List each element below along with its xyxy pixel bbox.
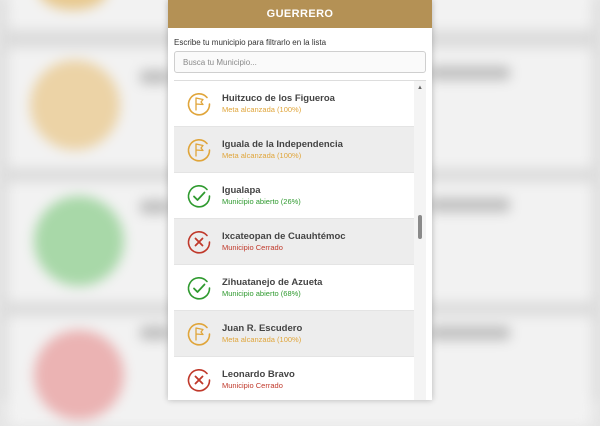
bg-bar bbox=[140, 70, 170, 84]
municipio-list-container: Huitzuco de los Figueroa Meta alcanzada (… bbox=[174, 80, 426, 400]
bg-bar bbox=[140, 326, 170, 340]
check-icon bbox=[186, 275, 212, 301]
municipio-name: Igualapa bbox=[222, 184, 261, 196]
municipio-status: Municipio abierto (26%) bbox=[222, 196, 301, 206]
municipio-status: Municipio Cerrado bbox=[222, 242, 283, 252]
municipio-text: Huitzuco de los Figueroa Meta alcanzada (… bbox=[222, 93, 335, 115]
municipio-name: Zihuatanejo de Azueta bbox=[222, 276, 323, 288]
municipio-status: Municipio Cerrado bbox=[222, 380, 283, 390]
municipio-name: Iguala de la Independencia bbox=[222, 138, 343, 150]
bg-bar bbox=[430, 66, 510, 80]
modal-header: GUERRERO bbox=[168, 0, 432, 28]
x-icon bbox=[186, 229, 212, 255]
municipio-status: Meta alcanzada (100%) bbox=[222, 104, 302, 114]
municipio-list-item[interactable]: Zihuatanejo de Azueta Municipio abierto (… bbox=[174, 265, 414, 311]
municipio-text: Leonardo Bravo Municipio Cerrado bbox=[222, 369, 295, 391]
bg-circle bbox=[34, 196, 124, 286]
bg-bar bbox=[430, 198, 510, 212]
flag-icon bbox=[186, 137, 212, 163]
scrollbar[interactable]: ▲ bbox=[414, 81, 426, 400]
flag-icon bbox=[186, 91, 212, 117]
bg-bar bbox=[430, 326, 510, 340]
search-input[interactable] bbox=[174, 51, 426, 73]
municipio-status: Municipio abierto (68%) bbox=[222, 288, 301, 298]
municipio-status: Meta alcanzada (100%) bbox=[222, 334, 302, 344]
flag-icon bbox=[186, 321, 212, 347]
municipio-text: Ixcateopan de Cuauhtémoc Municipio Cerrad… bbox=[222, 231, 346, 253]
municipio-text: Igualapa Municipio abierto (26%) bbox=[222, 185, 301, 207]
scroll-thumb[interactable] bbox=[418, 215, 422, 239]
municipio-name: Leonardo Bravo bbox=[222, 368, 295, 380]
bg-circle bbox=[30, 60, 120, 150]
municipio-text: Iguala de la Independencia Meta alcanzada… bbox=[222, 139, 343, 161]
modal-title: GUERRERO bbox=[266, 8, 334, 20]
municipio-list-item[interactable]: Ixcateopan de Cuauhtémoc Municipio Cerrad… bbox=[174, 219, 414, 265]
bg-bar bbox=[140, 200, 170, 214]
municipio-list-item[interactable]: Igualapa Municipio abierto (26%) bbox=[174, 173, 414, 219]
bg-circle bbox=[34, 330, 124, 420]
municipio-list-item[interactable]: Huitzuco de los Figueroa Meta alcanzada (… bbox=[174, 81, 414, 127]
municipio-list-item[interactable]: Iguala de la Independencia Meta alcanzada… bbox=[174, 127, 414, 173]
municipio-modal: GUERRERO Escribe tu municipio para filtr… bbox=[168, 0, 432, 400]
municipio-text: Zihuatanejo de Azueta Municipio abierto (… bbox=[222, 277, 322, 299]
municipio-list-item[interactable]: Leonardo Bravo Municipio Cerrado bbox=[174, 357, 414, 400]
filter-label: Escribe tu municipio para filtrarlo en l… bbox=[174, 38, 327, 47]
municipio-name: Ixcateopan de Cuauhtémoc bbox=[222, 230, 346, 242]
municipio-name: Huitzuco de los Figueroa bbox=[222, 92, 335, 104]
scroll-up-arrow-icon[interactable]: ▲ bbox=[417, 85, 423, 91]
municipio-status: Meta alcanzada (100%) bbox=[222, 150, 302, 160]
municipio-list[interactable]: Huitzuco de los Figueroa Meta alcanzada (… bbox=[174, 81, 414, 400]
municipio-name: Juan R. Escudero bbox=[222, 322, 303, 334]
municipio-list-item[interactable]: Juan R. Escudero Meta alcanzada (100%) bbox=[174, 311, 414, 357]
check-icon bbox=[186, 183, 212, 209]
x-icon bbox=[186, 367, 212, 393]
municipio-text: Juan R. Escudero Meta alcanzada (100%) bbox=[222, 323, 302, 345]
